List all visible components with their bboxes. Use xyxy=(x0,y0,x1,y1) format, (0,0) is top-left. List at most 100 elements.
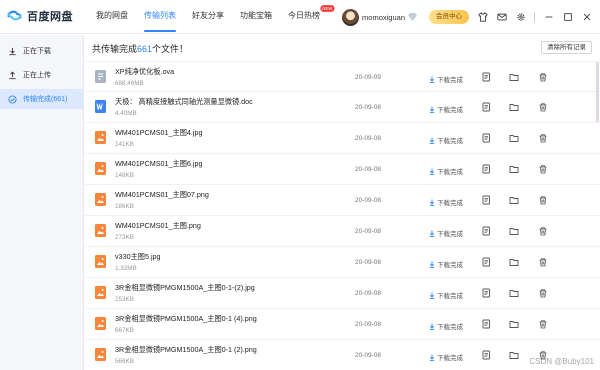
open-file-icon[interactable] xyxy=(481,226,491,236)
nav-label: 我的网盘 xyxy=(96,11,128,20)
file-date: 20-09-08 xyxy=(355,166,382,173)
delete-record-icon[interactable] xyxy=(538,288,548,298)
file-row[interactable]: XP纯净优化板.ova 688.46MB 20-09-09 下载完成 xyxy=(85,61,600,92)
file-row[interactable]: 3R金相显微镜PMGM1500A_主图0-1-(2).jpg 253KB 20-09… xyxy=(85,278,600,309)
sidebar-item-label: 传输完成(661) xyxy=(23,96,68,103)
file-row[interactable]: WM401PCMS01_主图4.jpg 141KB 20-09-08 下载完成 xyxy=(85,123,600,154)
file-name[interactable]: WM401PCMS01_主图4.jpg xyxy=(115,128,202,138)
file-name[interactable]: XP纯净优化板.ova xyxy=(115,67,174,77)
file-row[interactable]: 3R金相显微镜PMGM1500A_主图0-1 (2).png 566KB 20-09… xyxy=(85,340,600,370)
sidebar-item-downloading[interactable]: 正在下载 xyxy=(0,41,83,61)
open-file-icon[interactable] xyxy=(481,350,491,360)
mail-icon[interactable] xyxy=(496,12,507,23)
file-name[interactable]: 天极： 高精度接触式同轴光测量显微镜.doc xyxy=(115,97,253,107)
nav-my-disk[interactable]: 我的网盘 xyxy=(88,0,136,34)
open-file-icon[interactable] xyxy=(481,257,491,267)
avatar[interactable] xyxy=(342,8,360,26)
file-row[interactable]: 3R金相显微镜PMGM1500A_主图0-1 (4).png 667KB 20-09… xyxy=(85,309,600,340)
delete-record-icon[interactable] xyxy=(538,164,548,174)
open-folder-icon[interactable] xyxy=(509,350,519,360)
nav-label: 功能宝箱 xyxy=(240,11,272,20)
status-label: 下载完成 xyxy=(437,293,463,300)
file-name[interactable]: WM401PCMS01_主图6.jpg xyxy=(115,159,202,169)
sidebar-item-completed[interactable]: 传输完成(661) xyxy=(0,89,83,109)
file-size: 688.46MB xyxy=(115,80,144,87)
nav-hot-list[interactable]: 今日热榜 NEW xyxy=(280,0,334,34)
open-folder-icon[interactable] xyxy=(509,72,519,82)
file-name[interactable]: WM401PCMS01_主图.png xyxy=(115,221,201,231)
open-folder-icon[interactable] xyxy=(509,226,519,236)
delete-record-icon[interactable] xyxy=(538,226,548,236)
file-name[interactable]: v330主图5.jpg xyxy=(115,252,161,262)
open-file-icon[interactable] xyxy=(481,72,491,82)
minimize-icon[interactable] xyxy=(543,12,554,23)
file-size: 141KB xyxy=(115,141,134,148)
delete-record-icon[interactable] xyxy=(538,195,548,205)
file-size: 148KB xyxy=(115,172,134,179)
open-folder-icon[interactable] xyxy=(509,319,519,329)
open-file-icon[interactable] xyxy=(481,319,491,329)
image-file-icon xyxy=(95,224,106,237)
file-name[interactable]: 3R金相显微镜PMGM1500A_主图0-1 (4).png xyxy=(115,314,257,324)
status-label: 下载完成 xyxy=(437,231,463,238)
file-row[interactable]: WM401PCMS01_主图6.jpg 148KB 20-09-08 下载完成 xyxy=(85,154,600,185)
download-done-icon xyxy=(429,323,437,330)
scrollbar[interactable] xyxy=(596,62,599,122)
download-status: 下载完成 xyxy=(429,290,463,300)
watermark: CSDN @Buby101 xyxy=(529,357,594,366)
member-center-button[interactable]: 会员中心 xyxy=(429,10,469,24)
download-done-icon xyxy=(429,292,437,299)
delete-record-icon[interactable] xyxy=(538,102,548,112)
open-file-icon[interactable] xyxy=(481,133,491,143)
open-folder-icon[interactable] xyxy=(509,102,519,112)
clear-all-records-button[interactable]: 清除所有记录 xyxy=(541,41,592,54)
nav-label: 好友分享 xyxy=(192,11,224,20)
open-file-icon[interactable] xyxy=(481,102,491,112)
open-folder-icon[interactable] xyxy=(509,195,519,205)
image-file-icon xyxy=(95,286,106,299)
file-date: 20-09-08 xyxy=(355,352,382,359)
download-status: 下载完成 xyxy=(429,135,463,145)
open-file-icon[interactable] xyxy=(481,164,491,174)
image-file-icon xyxy=(95,193,106,206)
nav-transfer-list[interactable]: 传输列表 xyxy=(136,0,184,34)
gear-icon[interactable] xyxy=(515,12,526,23)
file-name[interactable]: WM401PCMS01_主图07.png xyxy=(115,190,209,200)
download-status: 下载完成 xyxy=(429,74,463,84)
sidebar-item-uploading[interactable]: 正在上传 xyxy=(0,65,83,85)
open-folder-icon[interactable] xyxy=(509,164,519,174)
file-row[interactable]: v330主图5.jpg 1.32MB 20-09-08 下载完成 xyxy=(85,247,600,278)
username[interactable]: momoxiguan xyxy=(362,13,405,22)
file-row[interactable]: WM401PCMS01_主图.png 273KB 20-09-08 下载完成 xyxy=(85,216,600,247)
open-folder-icon[interactable] xyxy=(509,133,519,143)
download-status: 下载完成 xyxy=(429,228,463,238)
open-file-icon[interactable] xyxy=(481,288,491,298)
file-name[interactable]: 3R金相显微镜PMGM1500A_主图0-1-(2).jpg xyxy=(115,283,255,293)
app-logo[interactable]: 百度网盘 xyxy=(6,7,73,24)
status-label: 下载完成 xyxy=(437,169,463,176)
shirt-icon[interactable] xyxy=(477,12,488,23)
delete-record-icon[interactable] xyxy=(538,257,548,267)
download-done-icon xyxy=(429,261,437,268)
delete-record-icon[interactable] xyxy=(538,72,548,82)
upload-icon xyxy=(9,71,16,79)
status-label: 下载完成 xyxy=(437,77,463,84)
delete-record-icon[interactable] xyxy=(538,133,548,143)
file-size: 253KB xyxy=(115,296,134,303)
download-done-icon xyxy=(429,76,437,83)
status-label: 下载完成 xyxy=(437,262,463,269)
window-controls-divider xyxy=(534,12,535,22)
file-name[interactable]: 3R金相显微镜PMGM1500A_主图0-1 (2).png xyxy=(115,345,257,355)
file-row[interactable]: 天极： 高精度接触式同轴光测量显微镜.doc 4.40MB 20-09-08 下载完成 xyxy=(85,92,600,123)
nav-toolbox[interactable]: 功能宝箱 xyxy=(232,0,280,34)
open-folder-icon[interactable] xyxy=(509,288,519,298)
file-row[interactable]: WM401PCMS01_主图07.png 186KB 20-09-08 下载完成 xyxy=(85,185,600,216)
open-folder-icon[interactable] xyxy=(509,257,519,267)
file-size: 186KB xyxy=(115,203,134,210)
nav-friend-share[interactable]: 好友分享 xyxy=(184,0,232,34)
open-file-icon[interactable] xyxy=(481,195,491,205)
nav-label: 今日热榜 xyxy=(288,11,320,20)
maximize-icon[interactable] xyxy=(562,12,573,23)
delete-record-icon[interactable] xyxy=(538,319,548,329)
close-icon[interactable] xyxy=(581,12,592,23)
